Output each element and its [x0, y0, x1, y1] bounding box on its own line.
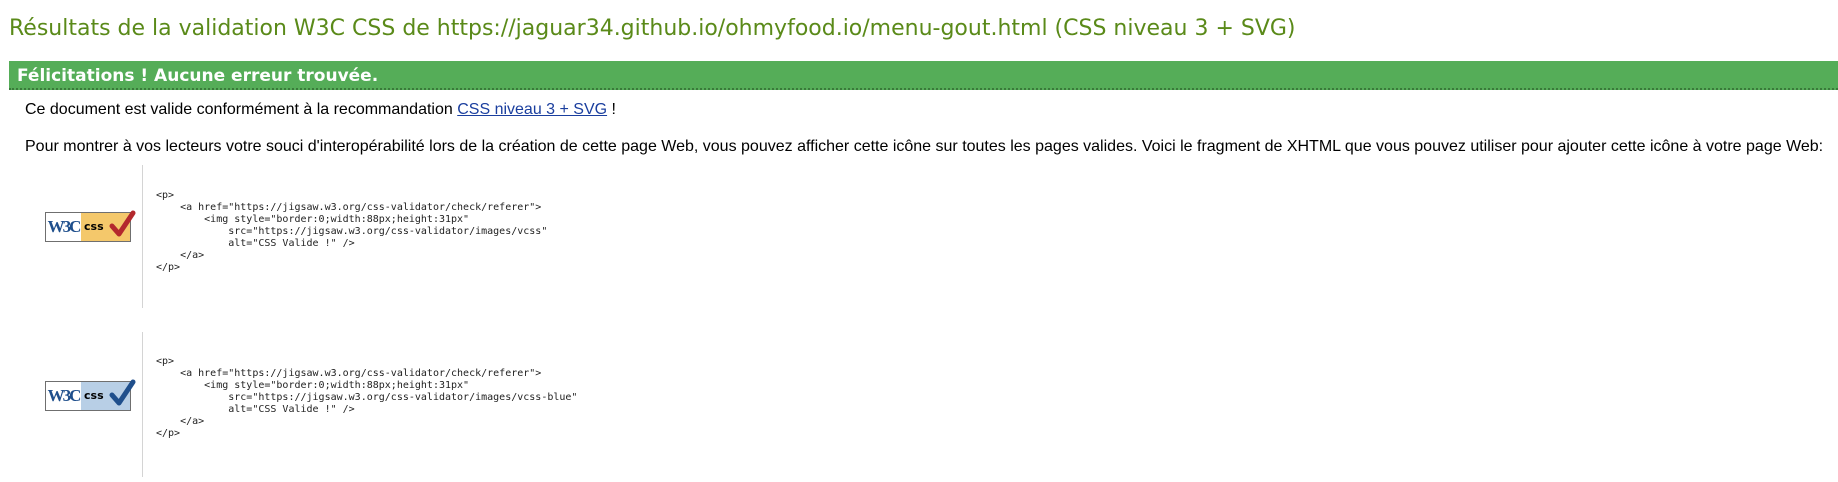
validity-text-after: ! [607, 101, 616, 118]
badge-css-area: css [81, 210, 136, 241]
success-banner: Félicitations ! Aucune erreur trouvée. [9, 61, 1838, 90]
checkmark-icon [109, 379, 136, 406]
badge-info-text: Pour montrer à vos lecteurs votre souci … [25, 138, 1824, 155]
validity-statement: Ce document est valide conformément à la… [25, 100, 616, 120]
css-level-link[interactable]: CSS niveau 3 + SVG [457, 101, 607, 118]
badge-css-label: css [84, 389, 104, 402]
validation-results-page: Résultats de la validation W3C CSS de ht… [0, 0, 1838, 482]
badge-block-gold: W3C css <p> <a href="https://jigsaw.w3.o… [0, 165, 1838, 308]
badge-css-label: css [84, 220, 104, 233]
badge-w3c-label: W3C [46, 213, 81, 241]
w3c-css-gold-checkmark-icon: W3C css [45, 210, 136, 242]
validity-text-before: Ce document est valide conformément à la… [25, 101, 458, 118]
badge-block-blue: W3C css <p> <a href="https://jigsaw.w3.o… [0, 332, 1838, 477]
page-title: Résultats de la validation W3C CSS de ht… [9, 16, 1296, 41]
code-divider [142, 165, 143, 308]
success-message: Félicitations ! Aucune erreur trouvée. [17, 66, 379, 86]
code-divider [142, 332, 143, 477]
checkmark-icon [109, 210, 136, 237]
badge-w3c-label: W3C [46, 382, 81, 410]
badge-code-snippet-gold: <p> <a href="https://jigsaw.w3.org/css-v… [156, 190, 548, 273]
badge-code-snippet-blue: <p> <a href="https://jigsaw.w3.org/css-v… [156, 356, 578, 439]
w3c-css-blue-checkmark-icon: W3C css [45, 379, 136, 411]
badge-css-area: css [81, 379, 136, 410]
